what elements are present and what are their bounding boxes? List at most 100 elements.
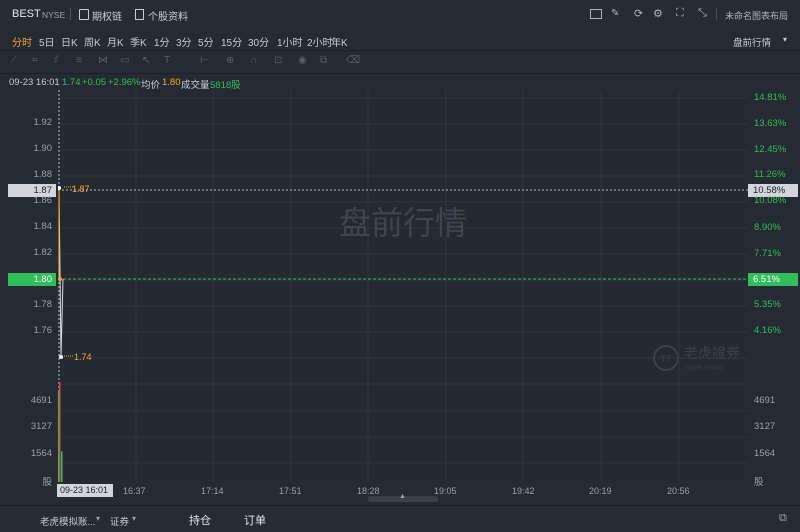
- tab-holdings[interactable]: 持仓: [189, 512, 211, 528]
- asset-select[interactable]: 证券: [110, 514, 129, 528]
- quote-price: 1.74: [62, 77, 81, 88]
- link-icon[interactable]: ⧉: [320, 55, 327, 66]
- brand-name: 老虎證券: [684, 345, 740, 361]
- bottom-panel: 老虎模拟账... ▾ 证券 ▾ 持仓 订单 ⧉: [0, 505, 800, 532]
- line-tool-icon[interactable]: ⟋: [10, 55, 17, 66]
- timeframe-0[interactable]: 分时: [12, 34, 32, 49]
- fib-tool-icon[interactable]: ≡: [76, 55, 82, 66]
- quote-change-pct: +2.96%: [108, 77, 141, 88]
- measure-tool-icon[interactable]: ⊢: [200, 55, 209, 66]
- layout-name[interactable]: 未命名图表布局: [725, 9, 788, 22]
- timeframe-5[interactable]: 季K: [130, 34, 147, 49]
- symbol: BEST: [12, 8, 41, 20]
- chevron-down-icon[interactable]: ▾: [96, 514, 100, 523]
- left-price-axis: 1.87 1.80 1.92 1.90 1.88 1.86 1.84 1.82 1.78 1.…: [0, 90, 58, 488]
- timeframe-10[interactable]: 30分: [248, 34, 269, 49]
- lock-icon[interactable]: ⊡: [274, 55, 282, 66]
- drawing-toolbar: ⟋ ⌗ ⫽ ≡ ⋈ ▭ ↖ T ⊢ ⊕ ∩ ⊡ ◉ ⧉ ⌫: [0, 50, 800, 74]
- fullscreen-icon[interactable]: ⛶: [676, 7, 684, 20]
- timeframe-7[interactable]: 3分: [176, 34, 192, 49]
- avg-label: 均价: [141, 80, 161, 91]
- chart-plot-area[interactable]: 盘前行情 TT 老虎證券 TIGER TRADE 1.87 1.74: [57, 90, 748, 482]
- screen-icon[interactable]: [590, 9, 602, 19]
- volume-bar: [59, 382, 61, 482]
- trash-icon[interactable]: ⌫: [346, 55, 360, 66]
- time-axis-label: 17:51: [279, 486, 302, 496]
- tab-orders[interactable]: 订单: [244, 512, 266, 528]
- divider: [716, 8, 717, 20]
- right-axis-label: 5.35%: [754, 299, 781, 310]
- quote-datetime: 09-23 16:01: [9, 77, 60, 88]
- divider: [70, 8, 71, 20]
- timeframe-12[interactable]: 2小时: [307, 34, 333, 49]
- edit-icon[interactable]: ✎: [611, 8, 619, 19]
- price-point: [57, 186, 61, 190]
- session-mode-select[interactable]: 盘前行情: [733, 35, 771, 49]
- eye-icon[interactable]: ◉: [298, 55, 307, 66]
- options-chain-button[interactable]: 期权链: [92, 8, 122, 23]
- left-axis-label: 1.82: [33, 247, 53, 258]
- chevron-down-icon[interactable]: ▾: [783, 35, 787, 44]
- volume-value: 5818股: [210, 80, 241, 91]
- refresh-icon[interactable]: ⟳: [634, 7, 643, 20]
- timeframe-4[interactable]: 月K: [107, 34, 124, 49]
- left-axis-label: 1.88: [33, 169, 53, 180]
- chevron-up-icon[interactable]: ▲: [399, 493, 406, 500]
- crosshair-tool-icon[interactable]: ⌗: [32, 55, 38, 66]
- right-axis-label: 8.90%: [754, 222, 781, 233]
- left-axis-label: 1.76: [33, 325, 53, 336]
- right-axis-label: 14.81%: [754, 92, 787, 103]
- horizontal-scrollbar[interactable]: ▲: [368, 493, 438, 502]
- price-series: [57, 186, 74, 359]
- quote-change: +0.05: [82, 77, 107, 88]
- right-volume-label: 股: [754, 477, 764, 488]
- channel-tool-icon[interactable]: ⫽: [54, 55, 58, 66]
- left-axis-label: 1.90: [33, 143, 53, 154]
- chevron-down-icon[interactable]: ▾: [132, 514, 136, 523]
- timeframe-1[interactable]: 5日: [39, 34, 55, 49]
- right-axis-label: 10.08%: [754, 195, 787, 206]
- magnet-icon[interactable]: ∩: [250, 55, 257, 66]
- stock-profile-icon: [135, 9, 144, 20]
- time-axis-label: 19:42: [512, 486, 535, 496]
- arrow-tool-icon[interactable]: ↖: [142, 55, 150, 66]
- time-axis-label: 18:28: [357, 486, 380, 496]
- timeframe-6[interactable]: 1分: [154, 34, 170, 49]
- stock-profile-button[interactable]: 个股资料: [148, 8, 188, 23]
- time-axis-label: 20:56: [667, 486, 690, 496]
- watermark: 盘前行情: [339, 205, 467, 241]
- popout-icon[interactable]: ⧉: [779, 512, 787, 525]
- price-point: [58, 277, 62, 281]
- volume-bar: [61, 451, 63, 482]
- exchange: NYSE: [42, 10, 66, 20]
- left-volume-label: 3127: [30, 421, 52, 432]
- timeframe-13[interactable]: 年K: [331, 34, 348, 49]
- right-volume-label: 4691: [754, 395, 776, 406]
- volume-bars: [58, 382, 63, 482]
- time-axis-label: 19:05: [434, 486, 457, 496]
- brand-logo: TT 老虎證券 TIGER TRADE: [653, 345, 740, 372]
- timeframe-3[interactable]: 周K: [84, 34, 101, 49]
- pattern-tool-icon[interactable]: ⋈: [98, 55, 108, 66]
- timeframe-11[interactable]: 1小时: [277, 34, 303, 49]
- chart-header: BEST NYSE 期权链 个股资料 ✎ ⟳ ⚙ ⛶ ⤡ 未命名图表布局: [0, 0, 800, 30]
- volume-label: 成交量: [181, 80, 210, 91]
- right-volume-label: 3127: [754, 421, 776, 432]
- timeframe-8[interactable]: 5分: [198, 34, 214, 49]
- gear-icon[interactable]: ⚙: [653, 7, 663, 20]
- text-tool-icon[interactable]: T: [164, 55, 170, 66]
- shrink-icon[interactable]: ⤡: [698, 7, 707, 20]
- zoom-tool-icon[interactable]: ⊕: [226, 55, 234, 66]
- right-axis-label: 11.26%: [754, 169, 786, 180]
- timeframe-bar: 分时 5日 日K 周K 月K 季K 1分 3分 5分 15分 30分 1小时 2小时 年K: [0, 30, 800, 50]
- timeframe-2[interactable]: 日K: [61, 34, 78, 49]
- left-volume-label: 4691: [30, 395, 52, 406]
- left-axis-label: 1.84: [33, 221, 53, 232]
- account-select[interactable]: 老虎模拟账...: [40, 514, 95, 528]
- time-axis-label: 17:14: [201, 486, 224, 496]
- right-volume-label: 1564: [754, 448, 776, 459]
- quote-info-bar: 09-23 16:01 1.74 +0.05 +2.96% 均价 1.80 成交…: [0, 74, 800, 91]
- time-cursor-tag: 09-23 16:01: [57, 484, 113, 497]
- shape-tool-icon[interactable]: ▭: [120, 55, 129, 66]
- timeframe-9[interactable]: 15分: [221, 34, 242, 49]
